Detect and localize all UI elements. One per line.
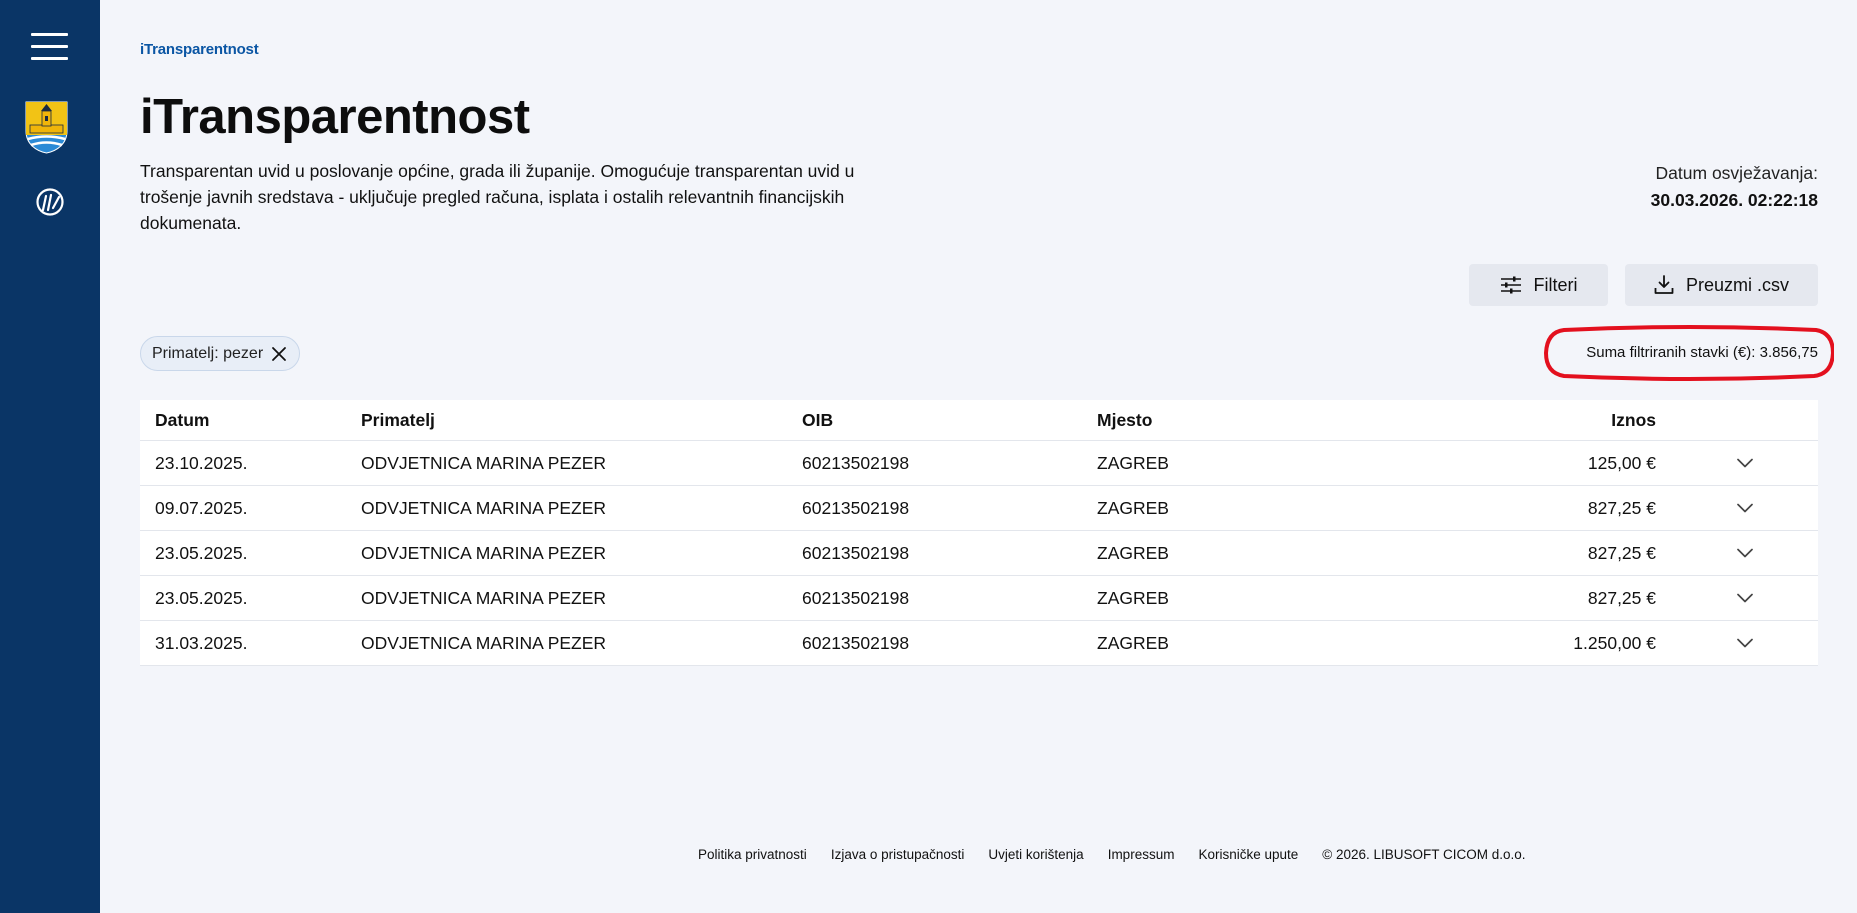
footer-link-terms[interactable]: Uvjeti korištenja (988, 847, 1083, 862)
cell-recipient: ODVJETNICA MARINA PEZER (361, 497, 607, 518)
cell-recipient: ODVJETNICA MARINA PEZER (361, 587, 607, 608)
footer-link-privacy[interactable]: Politika privatnosti (698, 847, 807, 862)
header-amount[interactable]: Iznos (1611, 400, 1656, 440)
table-row[interactable]: 09.07.2025. ODVJETNICA MARINA PEZER 602135… (140, 486, 1818, 531)
page-description: Transparentan uvid u poslovanje općine, … (140, 161, 855, 233)
payments-table: Datum Primatelj OIB Mjesto Iznos 23.10.2… (140, 400, 1818, 666)
cell-place: ZAGREB (1097, 497, 1169, 518)
breadcrumb[interactable]: iTransparentnost (140, 41, 259, 58)
refresh-info: Datum osvježavanja: 30.03.2026. 02:22:18 (1651, 161, 1818, 212)
refresh-timestamp: 30.03.2026. 02:22:18 (1650, 190, 1818, 210)
chevron-down-icon[interactable] (1730, 531, 1760, 575)
sidebar (0, 0, 100, 913)
active-filter-chip: Primatelj: pezer (140, 336, 301, 371)
cell-place: ZAGREB (1097, 632, 1169, 653)
cell-recipient: ODVJETNICA MARINA PEZER (361, 632, 607, 653)
cell-place: ZAGREB (1097, 587, 1169, 608)
cell-amount: 827,25 € (1587, 542, 1656, 563)
main-content: iTransparentnost iTransparentnost Transp… (140, 0, 1834, 913)
download-csv-button[interactable]: Preuzmi .csv (1625, 264, 1818, 306)
header-place[interactable]: Mjesto (1097, 400, 1152, 440)
cell-amount: 827,25 € (1587, 497, 1656, 518)
chevron-down-icon[interactable] (1730, 441, 1760, 485)
table-body: 23.10.2025. ODVJETNICA MARINA PEZER 602135… (140, 441, 1818, 666)
chevron-down-icon[interactable] (1730, 486, 1760, 530)
page-title: iTransparentnost (140, 90, 530, 144)
close-icon[interactable] (271, 346, 287, 362)
itransparentnost-logo-icon[interactable] (35, 187, 65, 217)
table-row[interactable]: 31.03.2025. ODVJETNICA MARINA PEZER 602135… (140, 621, 1818, 666)
download-icon (1654, 275, 1674, 294)
cell-recipient: ODVJETNICA MARINA PEZER (361, 452, 607, 473)
filtered-sum: Suma filtriranih stavki (€): 3.856,75 (1544, 325, 1834, 381)
hamburger-menu-icon[interactable] (31, 33, 68, 60)
footer: Politika privatnosti Izjava o pristupačn… (698, 847, 1526, 862)
cell-recipient: ODVJETNICA MARINA PEZER (361, 542, 607, 563)
footer-copyright: © 2026. LIBUSOFT CICOM d.o.o. (1322, 847, 1526, 862)
filter-button[interactable]: Filteri (1469, 264, 1608, 306)
cell-date: 23.05.2025. (155, 542, 248, 563)
download-csv-label: Preuzmi .csv (1685, 274, 1790, 295)
municipality-crest-icon[interactable] (25, 101, 68, 154)
table-row[interactable]: 23.05.2025. ODVJETNICA MARINA PEZER 602135… (140, 576, 1818, 621)
chevron-down-icon[interactable] (1730, 621, 1760, 665)
filter-button-label: Filteri (1533, 274, 1578, 295)
table-header-row: Datum Primatelj OIB Mjesto Iznos (140, 400, 1818, 441)
refresh-label: Datum osvježavanja: (1655, 163, 1818, 183)
header-date[interactable]: Datum (155, 400, 209, 440)
sliders-icon (1500, 276, 1521, 294)
cell-oib: 60213502198 (802, 452, 910, 473)
cell-date: 23.05.2025. (155, 587, 248, 608)
cell-oib: 60213502198 (802, 497, 910, 518)
cell-oib: 60213502198 (802, 632, 910, 653)
table-row[interactable]: 23.10.2025. ODVJETNICA MARINA PEZER 602135… (140, 441, 1818, 486)
cell-amount: 125,00 € (1587, 452, 1656, 473)
filter-chip-label: Primatelj: pezer (152, 344, 264, 362)
cell-place: ZAGREB (1097, 542, 1169, 563)
cell-date: 09.07.2025. (155, 497, 248, 518)
cell-date: 23.10.2025. (155, 452, 248, 473)
table-row[interactable]: 23.05.2025. ODVJETNICA MARINA PEZER 602135… (140, 531, 1818, 576)
header-oib[interactable]: OIB (802, 400, 833, 440)
footer-link-accessibility[interactable]: Izjava o pristupačnosti (831, 847, 965, 862)
cell-place: ZAGREB (1097, 452, 1169, 473)
cell-oib: 60213502198 (802, 587, 910, 608)
chevron-down-icon[interactable] (1730, 576, 1760, 620)
cell-date: 31.03.2025. (155, 632, 248, 653)
cell-amount: 1.250,00 € (1573, 632, 1656, 653)
cell-oib: 60213502198 (802, 542, 910, 563)
filtered-sum-text: Suma filtriranih stavki (€): 3.856,75 (1586, 344, 1818, 361)
footer-link-user-guide[interactable]: Korisničke upute (1198, 847, 1298, 862)
footer-link-impressum[interactable]: Impressum (1108, 847, 1175, 862)
header-recipient[interactable]: Primatelj (361, 400, 435, 440)
cell-amount: 827,25 € (1587, 587, 1656, 608)
